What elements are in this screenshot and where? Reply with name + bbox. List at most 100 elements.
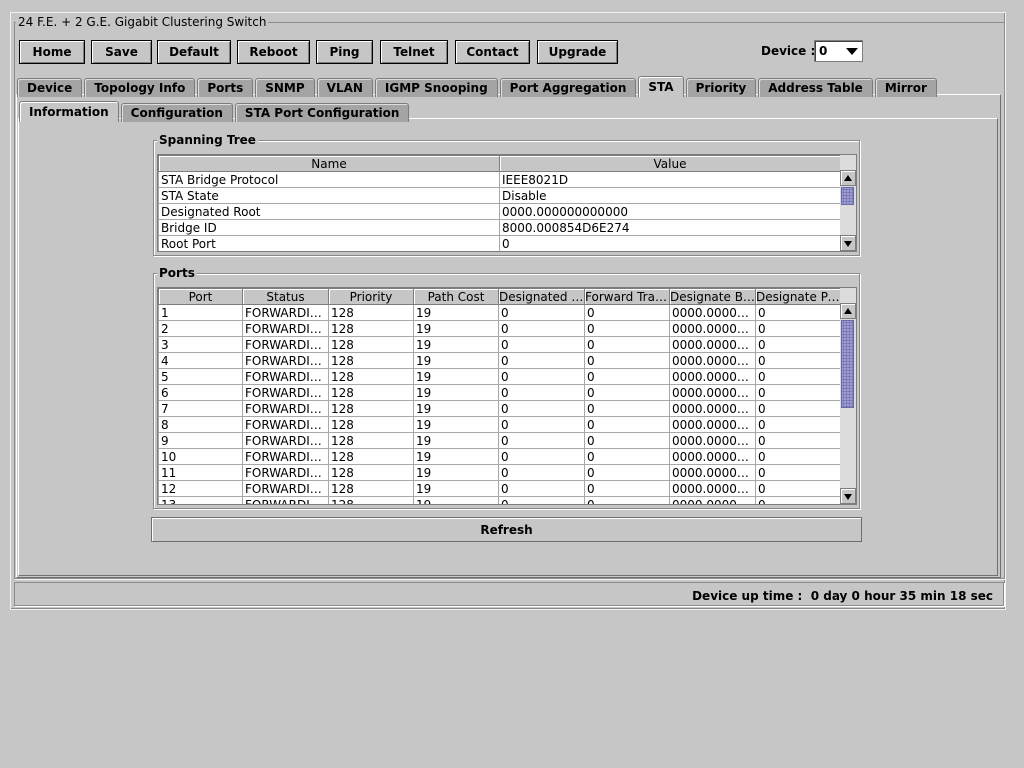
table-cell[interactable]: Disable <box>499 187 841 204</box>
table-cell[interactable]: FORWARDING <box>242 464 329 481</box>
default-button[interactable]: Default <box>157 40 231 64</box>
table-row[interactable]: STA State Disable <box>158 187 841 204</box>
table-cell[interactable]: 0 <box>498 368 585 385</box>
table-cell[interactable]: 128 <box>328 320 414 337</box>
table-cell[interactable]: 0 <box>755 400 841 417</box>
table-cell[interactable]: 10 <box>158 448 243 465</box>
column-header-value[interactable]: Value <box>499 155 841 172</box>
table-cell[interactable]: 19 <box>413 304 499 321</box>
column-header-path-cost[interactable]: Path Cost <box>413 288 499 305</box>
table-cell[interactable]: 0 <box>584 448 670 465</box>
table-cell[interactable]: 19 <box>413 480 499 497</box>
table-cell[interactable]: Root Port <box>158 235 500 251</box>
table-cell[interactable]: 19 <box>413 384 499 401</box>
spanning-tree-scrollbar[interactable] <box>840 155 856 251</box>
table-cell[interactable]: 128 <box>328 432 414 449</box>
table-cell[interactable]: 5 <box>158 368 243 385</box>
tab-snmp[interactable]: SNMP <box>255 78 315 97</box>
tab-topology-info[interactable]: Topology Info <box>84 78 196 97</box>
table-row[interactable]: 9 FORWARDING 128 19 0 0 0000.000000... 0 <box>158 432 841 449</box>
column-header-designated-port[interactable]: Designate Port <box>755 288 841 305</box>
table-cell[interactable]: 0000.000000... <box>669 368 756 385</box>
table-cell[interactable]: Bridge ID <box>158 219 500 236</box>
table-row[interactable]: 1 FORWARDING 128 19 0 0 0000.000000... 0 <box>158 304 841 321</box>
tab-address-table[interactable]: Address Table <box>758 78 873 97</box>
table-row[interactable]: Bridge ID 8000.000854D6E274 <box>158 219 841 236</box>
table-cell[interactable]: 0 <box>498 320 585 337</box>
table-cell[interactable]: 0 <box>755 448 841 465</box>
table-cell[interactable]: 0000.000000... <box>669 464 756 481</box>
column-header-priority[interactable]: Priority <box>328 288 414 305</box>
table-row[interactable]: STA Bridge Protocol IEEE8021D <box>158 171 841 188</box>
table-cell[interactable]: 0 <box>584 400 670 417</box>
table-cell[interactable]: 0000.000000... <box>669 384 756 401</box>
table-cell[interactable]: 19 <box>413 368 499 385</box>
device-select[interactable]: 0 <box>814 40 863 62</box>
refresh-button[interactable]: Refresh <box>151 517 862 542</box>
table-cell[interactable]: 3 <box>158 336 243 353</box>
table-cell[interactable]: 19 <box>413 448 499 465</box>
column-header-name[interactable]: Name <box>158 155 500 172</box>
table-cell[interactable]: 19 <box>413 320 499 337</box>
table-cell[interactable]: 9 <box>158 432 243 449</box>
table-cell[interactable]: 0 <box>584 384 670 401</box>
table-cell[interactable]: 0 <box>755 464 841 481</box>
table-row[interactable]: 5 FORWARDING 128 19 0 0 0000.000000... 0 <box>158 368 841 385</box>
subtab-sta-port-configuration[interactable]: STA Port Configuration <box>234 103 410 122</box>
table-cell[interactable]: 19 <box>413 416 499 433</box>
scroll-up-button[interactable] <box>840 303 856 319</box>
table-cell[interactable]: 11 <box>158 464 243 481</box>
table-cell[interactable]: 128 <box>328 496 414 504</box>
table-cell[interactable]: 0 <box>498 352 585 369</box>
table-cell[interactable]: STA Bridge Protocol <box>158 171 500 188</box>
table-row[interactable]: 2 FORWARDING 128 19 0 0 0000.000000... 0 <box>158 320 841 337</box>
table-cell[interactable]: 128 <box>328 368 414 385</box>
table-row[interactable]: 4 FORWARDING 128 19 0 0 0000.000000... 0 <box>158 352 841 369</box>
scroll-thumb[interactable] <box>841 187 854 205</box>
table-cell[interactable]: 8000.000854D6E274 <box>499 219 841 236</box>
table-cell[interactable]: 0 <box>584 304 670 321</box>
table-cell[interactable]: 0 <box>755 384 841 401</box>
table-cell[interactable]: 0 <box>755 432 841 449</box>
table-cell[interactable]: 0 <box>499 235 841 251</box>
table-cell[interactable]: 0 <box>755 368 841 385</box>
reboot-button[interactable]: Reboot <box>237 40 310 64</box>
column-header-designated-bridge[interactable]: Designate Bri... <box>669 288 756 305</box>
table-cell[interactable]: 0 <box>755 480 841 497</box>
table-cell[interactable]: 0 <box>584 480 670 497</box>
tab-ports[interactable]: Ports <box>197 78 254 97</box>
table-cell[interactable]: 0 <box>498 480 585 497</box>
table-cell[interactable]: 0 <box>755 352 841 369</box>
column-header-forward-transitions[interactable]: Forward Tran... <box>584 288 670 305</box>
table-cell[interactable]: 0 <box>584 496 670 504</box>
table-cell[interactable]: 128 <box>328 416 414 433</box>
table-cell[interactable]: 19 <box>413 400 499 417</box>
table-row[interactable]: Root Port 0 <box>158 235 841 251</box>
table-cell[interactable]: 128 <box>328 448 414 465</box>
table-cell[interactable]: 2 <box>158 320 243 337</box>
table-cell[interactable]: 4 <box>158 352 243 369</box>
table-cell[interactable]: 128 <box>328 352 414 369</box>
table-cell[interactable]: 19 <box>413 432 499 449</box>
tab-sta[interactable]: STA <box>638 76 684 97</box>
table-cell[interactable]: 128 <box>328 464 414 481</box>
table-cell[interactable]: 0 <box>584 352 670 369</box>
scroll-down-button[interactable] <box>840 235 856 251</box>
table-cell[interactable]: 128 <box>328 304 414 321</box>
save-button[interactable]: Save <box>91 40 152 64</box>
table-cell[interactable]: 0 <box>584 464 670 481</box>
table-cell[interactable]: 128 <box>328 480 414 497</box>
table-cell[interactable]: 0 <box>584 416 670 433</box>
table-cell[interactable]: 0 <box>755 336 841 353</box>
table-cell[interactable]: 0 <box>498 304 585 321</box>
table-cell[interactable]: 0 <box>755 496 841 504</box>
table-cell[interactable]: Designated Root <box>158 203 500 220</box>
table-cell[interactable]: 0 <box>498 384 585 401</box>
table-cell[interactable]: 12 <box>158 480 243 497</box>
column-header-port[interactable]: Port <box>158 288 243 305</box>
ports-scrollbar[interactable] <box>840 288 856 504</box>
table-cell[interactable]: FORWARDING <box>242 368 329 385</box>
table-cell[interactable]: 0 <box>584 368 670 385</box>
table-cell[interactable]: 0 <box>498 464 585 481</box>
subtab-information[interactable]: Information <box>19 101 119 122</box>
